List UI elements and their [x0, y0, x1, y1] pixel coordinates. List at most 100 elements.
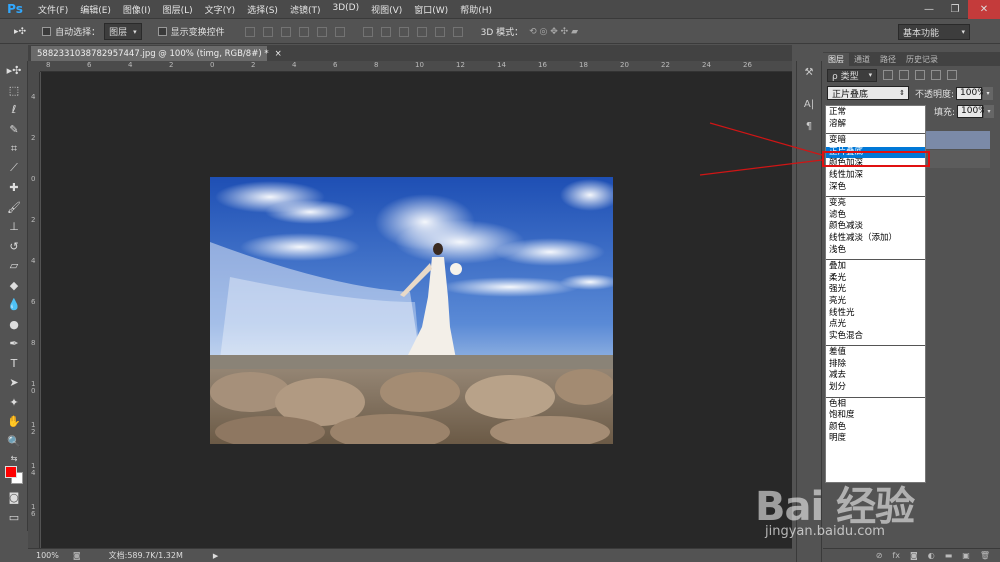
move-tool-icon[interactable]: ▸✣ [14, 27, 26, 37]
blend-mode-option[interactable]: 叠加 [826, 261, 925, 273]
workspace-dropdown[interactable]: 基本功能 ▾ [898, 24, 970, 40]
filter-smart-object-icon[interactable] [947, 70, 958, 80]
blend-mode-option[interactable]: 变亮 [826, 198, 925, 210]
opacity-input[interactable]: 100% [956, 86, 986, 100]
auto-select-checkbox[interactable] [42, 27, 52, 36]
crop-tool-icon[interactable]: ⌗ [0, 139, 28, 159]
close-tab-icon[interactable]: × [275, 49, 282, 59]
menu-item[interactable]: 窗口(W) [408, 3, 454, 16]
status-share-icon[interactable]: ◙ [73, 551, 81, 560]
blend-mode-option[interactable]: 滤色 [826, 210, 925, 222]
fill-input[interactable]: 100% [957, 104, 987, 118]
fill-slider-arrow-icon[interactable]: ▾ [984, 104, 994, 118]
blend-mode-option[interactable]: 强光 [826, 284, 925, 296]
menu-item[interactable]: 选择(S) [241, 3, 284, 16]
layer-row[interactable] [924, 150, 990, 168]
tab-history[interactable]: 历史记录 [901, 53, 943, 66]
hand-tool-icon[interactable]: ✋ [0, 412, 28, 432]
add-mask-icon[interactable]: ◙ [910, 551, 918, 560]
blend-mode-option[interactable]: 划分 [826, 382, 925, 394]
new-layer-icon[interactable]: ▣ [962, 551, 970, 560]
menu-item[interactable]: 文件(F) [32, 3, 74, 16]
paint-bucket-tool-icon[interactable]: ◆ [0, 276, 28, 296]
blend-mode-option[interactable]: 溶解 [826, 119, 925, 131]
show-transform-checkbox[interactable] [157, 27, 167, 36]
blend-mode-option[interactable]: 排除 [826, 359, 925, 371]
blur-tool-icon[interactable]: 💧 [0, 295, 28, 315]
tab-channels[interactable]: 通道 [849, 53, 875, 66]
shape-tool-icon[interactable]: ✦ [0, 393, 28, 413]
status-menu-arrow-icon[interactable]: ▶ [213, 552, 218, 560]
blend-mode-option[interactable]: 差值 [826, 347, 925, 359]
3d-mode-icons[interactable]: ⟲ ◎ ✥ ✣ ▰ [529, 27, 578, 37]
blend-mode-option[interactable]: 线性加深 [826, 170, 925, 182]
align-top-icon[interactable] [244, 26, 255, 37]
delete-layer-icon[interactable]: 🗑 [980, 551, 990, 560]
blend-mode-option[interactable]: 浅色 [826, 245, 925, 257]
blend-mode-option[interactable]: 实色混合 [826, 331, 925, 343]
distribute-vcenter-icon[interactable] [380, 26, 391, 37]
blend-mode-option[interactable]: 亮光 [826, 296, 925, 308]
blend-mode-option[interactable]: 饱和度 [826, 410, 925, 422]
opacity-slider-arrow-icon[interactable]: ▾ [983, 86, 994, 100]
align-hcenter-icon[interactable] [316, 26, 327, 37]
minimize-icon[interactable]: — [916, 0, 942, 19]
distribute-bottom-icon[interactable] [398, 26, 409, 37]
align-vcenter-icon[interactable] [262, 26, 273, 37]
blend-mode-option[interactable]: 线性减淡（添加） [826, 233, 925, 245]
type-tool-icon[interactable]: T [0, 354, 28, 374]
brush-tool-icon[interactable]: 🖌 [0, 198, 28, 218]
blend-mode-option[interactable]: 正常 [826, 107, 925, 119]
align-bottom-icon[interactable] [280, 26, 291, 37]
eyedropper-tool-icon[interactable]: ⟋ [0, 159, 28, 179]
blend-mode-option[interactable]: 颜色减淡 [826, 221, 925, 233]
tab-paths[interactable]: 路径 [875, 53, 901, 66]
blend-mode-option[interactable]: 颜色 [826, 422, 925, 434]
menu-item[interactable]: 图像(I) [117, 3, 157, 16]
tab-layers[interactable]: 图层 [823, 53, 849, 66]
menu-item[interactable]: 3D(D) [326, 3, 365, 16]
path-select-tool-icon[interactable]: ➤ [0, 373, 28, 393]
new-adjustment-icon[interactable]: ◐ [928, 551, 935, 560]
move-tool-icon[interactable]: ▸✣ [0, 61, 28, 81]
blend-mode-option[interactable]: 减去 [826, 370, 925, 382]
blend-mode-option[interactable]: 色相 [826, 399, 925, 411]
screen-mode-icon[interactable]: ▭ [0, 508, 28, 528]
lasso-tool-icon[interactable]: ℓ [0, 100, 28, 120]
menu-item[interactable]: 帮助(H) [454, 3, 498, 16]
distribute-right-icon[interactable] [452, 26, 463, 37]
menu-item[interactable]: 文字(Y) [199, 3, 242, 16]
distribute-hcenter-icon[interactable] [434, 26, 445, 37]
blend-mode-option[interactable]: 深色 [826, 182, 925, 194]
restore-icon[interactable]: ❐ [942, 0, 968, 19]
menu-item[interactable]: 图层(L) [157, 3, 199, 16]
pen-tool-icon[interactable]: ✒ [0, 334, 28, 354]
tool-presets-icon[interactable]: ⚒ [797, 61, 821, 83]
blend-mode-option[interactable]: 点光 [826, 319, 925, 331]
filter-shape-icon[interactable] [931, 70, 942, 80]
blend-mode-option[interactable]: 明度 [826, 433, 925, 445]
canvas-image[interactable] [210, 177, 613, 444]
zoom-tool-icon[interactable]: 🔍 [0, 432, 28, 452]
history-brush-tool-icon[interactable]: ↺ [0, 237, 28, 257]
foreground-color-swatch[interactable] [5, 466, 17, 478]
layer-row-selected[interactable] [924, 131, 990, 149]
blend-mode-option[interactable]: 线性光 [826, 308, 925, 320]
auto-select-dropdown[interactable]: 图层 ▾ [104, 23, 142, 40]
document-tab[interactable]: 5882331038782957447.jpg @ 100% (timg, RG… [31, 46, 282, 61]
quick-mask-icon[interactable]: ◙ [0, 488, 28, 508]
character-panel-icon[interactable]: A| [797, 93, 821, 115]
layer-filter-dropdown[interactable]: ρ 类型 ▾ [827, 68, 878, 82]
menu-item[interactable]: 编辑(E) [74, 3, 117, 16]
filter-type-icon[interactable] [915, 70, 926, 80]
marquee-tool-icon[interactable]: ⬚ [0, 81, 28, 101]
new-group-icon[interactable]: ▬ [945, 551, 953, 560]
distribute-top-icon[interactable] [362, 26, 373, 37]
link-layers-icon[interactable]: ⊘ [876, 551, 883, 560]
swap-colors-icon[interactable]: ⇆ [0, 451, 28, 465]
eraser-tool-icon[interactable]: ▱ [0, 256, 28, 276]
dodge-tool-icon[interactable]: ● [0, 315, 28, 335]
filter-adjustment-icon[interactable] [899, 70, 910, 80]
menu-item[interactable]: 滤镜(T) [284, 3, 327, 16]
layer-style-icon[interactable]: fx [892, 551, 900, 560]
